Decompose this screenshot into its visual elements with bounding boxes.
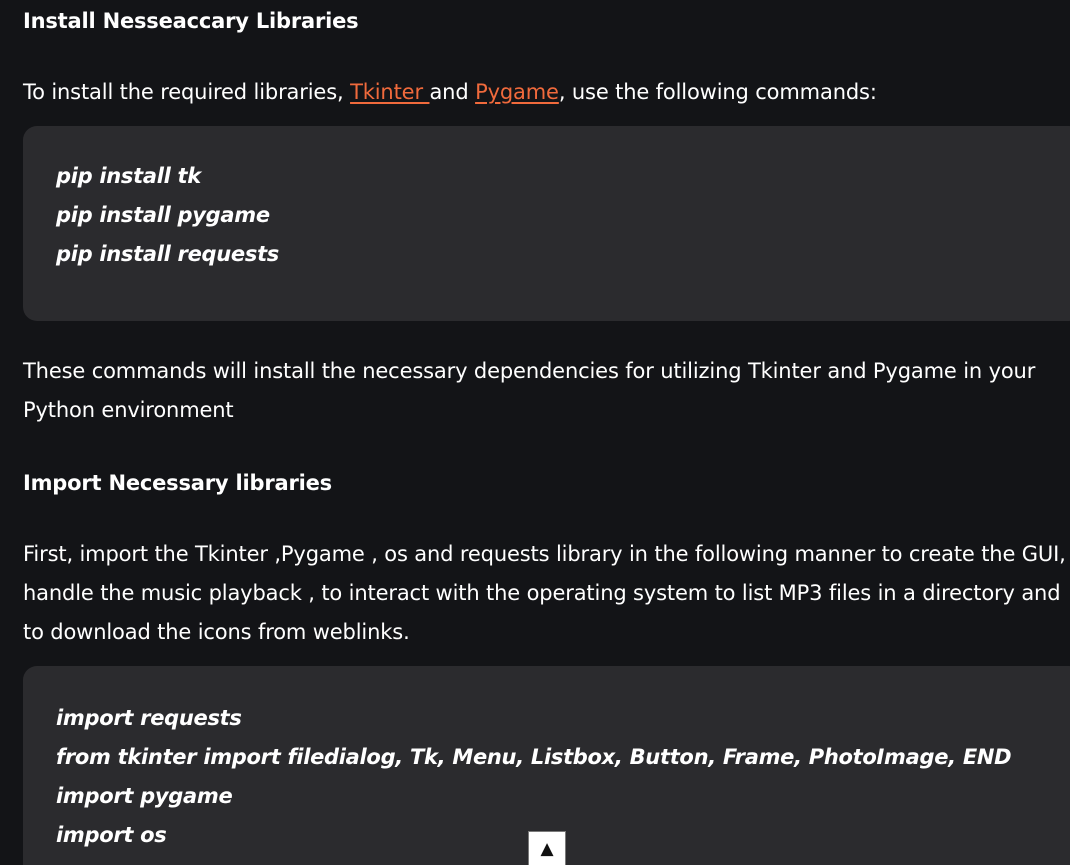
code-line: import os — [56, 823, 167, 847]
code-line: pip install tk — [56, 164, 201, 188]
section-heading-install: Install Nesseaccary Libraries — [23, 9, 359, 33]
install-outro-paragraph: These commands will install the necessar… — [23, 359, 1036, 422]
install-intro-text-start: To install the required libraries, — [23, 80, 351, 104]
code-line: import pygame — [56, 784, 233, 808]
code-line: from tkinter import filedialog, Tk, Menu… — [56, 745, 1012, 769]
import-description-paragraph: First, import the Tkinter ,Pygame , os a… — [23, 542, 1066, 644]
code-line: pip install requests — [56, 242, 280, 266]
arrow-up-icon: ▲ — [540, 839, 554, 859]
code-line: pip install pygame — [56, 203, 270, 227]
tkinter-link[interactable]: Tkinter — [350, 80, 429, 104]
section-heading-import: Import Necessary libraries — [23, 471, 332, 495]
code-line: import requests — [56, 706, 242, 730]
install-intro-text-middle: and — [429, 80, 476, 104]
install-intro-text-end: , use the following commands: — [558, 80, 877, 104]
scroll-to-top-button[interactable]: ▲ — [528, 831, 566, 865]
install-intro-paragraph: To install the required libraries, Tkint… — [23, 73, 1070, 112]
install-code-block: pip install tk pip install pygame pip in… — [23, 126, 1070, 321]
pygame-link[interactable]: Pygame — [475, 80, 559, 104]
